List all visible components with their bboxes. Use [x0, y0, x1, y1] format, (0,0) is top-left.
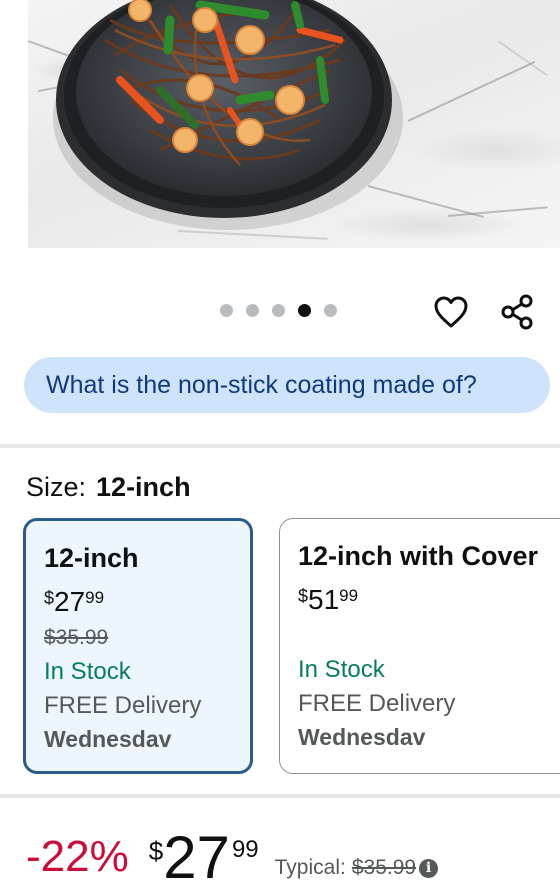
- heart-icon: [434, 296, 468, 328]
- size-option-list-price: $35.99: [44, 626, 109, 649]
- size-option-12-inch-with-cover[interactable]: 12-inch with Cover $51 99 In Stock FREE D…: [279, 518, 560, 774]
- typical-price: Typical: $35.99 i: [274, 856, 439, 880]
- typical-price-label: Typical:: [274, 856, 346, 879]
- carousel-dot[interactable]: [324, 304, 337, 317]
- size-option-price: $27 99: [44, 586, 250, 618]
- size-option-delivery-day: Wednesdav: [298, 724, 426, 750]
- size-selected-value: 12-inch: [96, 472, 191, 502]
- price-symbol: $: [298, 586, 309, 606]
- size-option-price: $51 99: [298, 584, 560, 616]
- carousel-indicator: [220, 304, 337, 317]
- product-image[interactable]: [0, 0, 560, 262]
- price-symbol: $: [44, 588, 55, 608]
- price-whole: 27: [54, 586, 86, 617]
- carousel-dot[interactable]: [246, 304, 259, 317]
- share-icon: [501, 294, 533, 330]
- price-cents: 99: [339, 586, 359, 605]
- size-option-delivery: FREE Delivery: [298, 690, 456, 717]
- suggested-question-button[interactable]: What is the non-stick coating made of?: [24, 357, 550, 413]
- section-divider: [0, 444, 560, 448]
- share-button[interactable]: [497, 292, 537, 332]
- size-label: Size: 12-inch: [26, 472, 191, 503]
- carousel-dot[interactable]: [220, 304, 233, 317]
- pan-illustration: [53, 0, 403, 230]
- price-cents: 99: [231, 836, 259, 863]
- discount-percent: -22%: [26, 832, 129, 881]
- size-option-stock: In Stock: [44, 658, 131, 685]
- size-option-name: 12-inch with Cover: [298, 541, 539, 571]
- typical-price-value: $35.99: [351, 856, 417, 879]
- size-label-prefix: Size:: [26, 472, 87, 502]
- info-icon[interactable]: i: [419, 858, 439, 878]
- price-whole: 27: [163, 824, 230, 891]
- price-cents: 99: [85, 588, 105, 607]
- wishlist-button[interactable]: [431, 292, 471, 332]
- carousel-dot-active[interactable]: [298, 304, 311, 317]
- size-option-stock: In Stock: [298, 656, 385, 683]
- price-block: -22% $27 99 Typical: $35.99 i: [26, 828, 439, 888]
- price-whole: 51: [308, 584, 340, 615]
- size-option-delivery-day: Wednesdav: [44, 726, 172, 752]
- size-option-12-inch[interactable]: 12-inch $27 99 $35.99 In Stock FREE Deliv…: [23, 518, 253, 774]
- section-divider: [0, 794, 560, 798]
- suggested-question-text: What is the non-stick coating made of?: [46, 370, 477, 399]
- current-price: $27 99: [149, 828, 259, 888]
- size-option-delivery: FREE Delivery: [44, 692, 202, 719]
- carousel-dot[interactable]: [272, 304, 285, 317]
- size-option-list-price: [298, 624, 560, 650]
- price-symbol: $: [148, 836, 164, 866]
- size-option-name: 12-inch: [44, 543, 139, 573]
